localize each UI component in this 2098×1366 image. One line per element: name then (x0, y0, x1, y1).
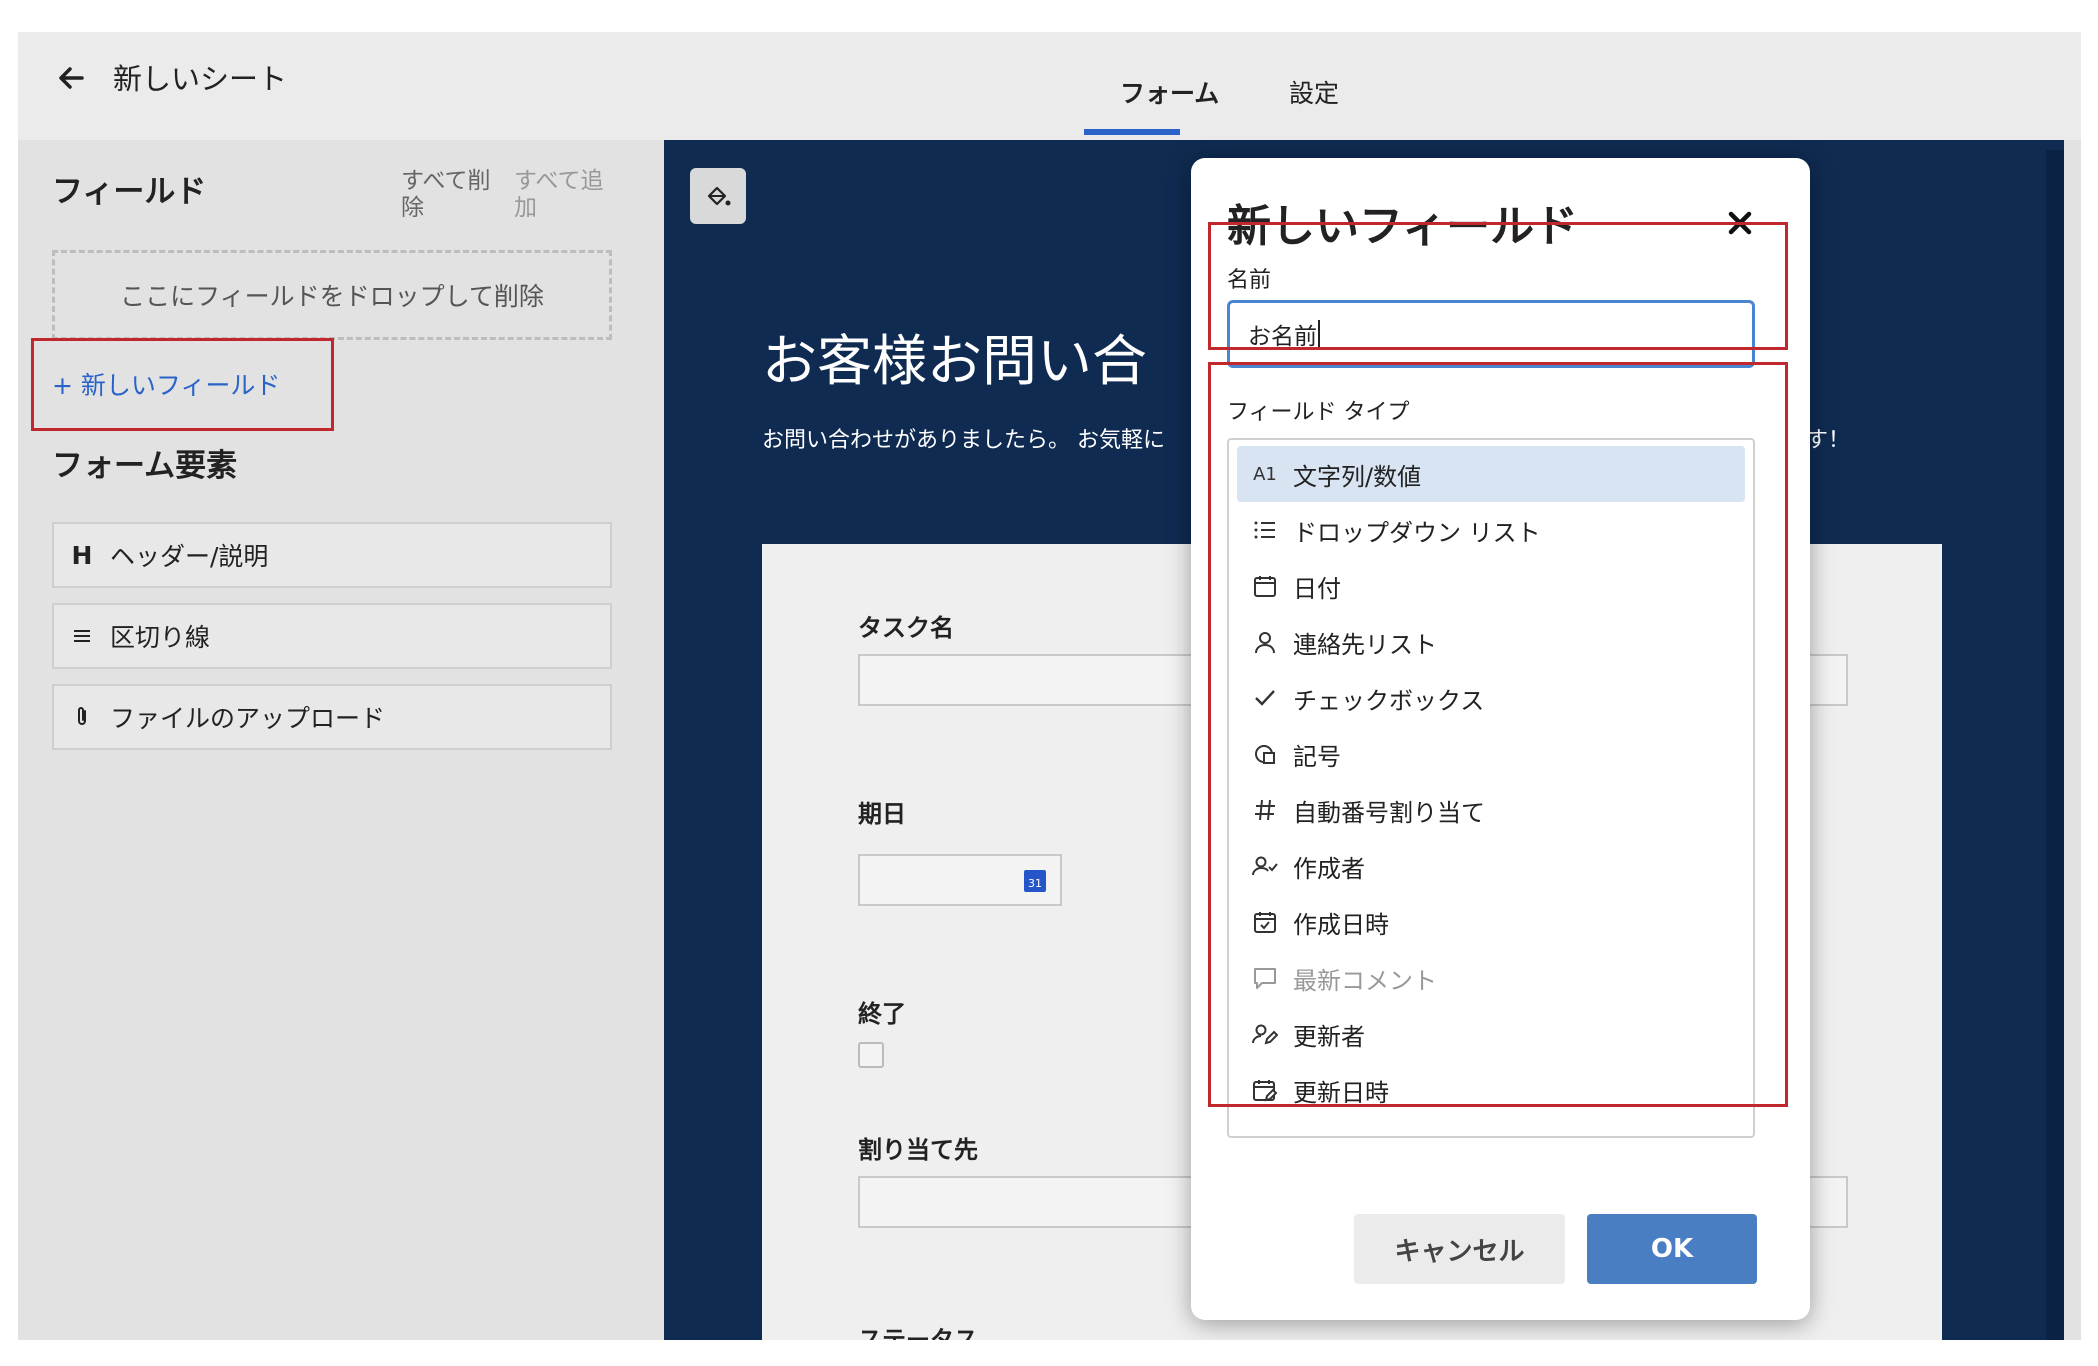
form-elements-heading: フォーム要素 (52, 448, 238, 484)
back-arrow-icon[interactable] (52, 58, 92, 98)
field-drop-zone[interactable]: ここにフィールドをドロップして削除 (52, 250, 612, 340)
form-description-end: す！ (1806, 428, 1851, 453)
element-divider[interactable]: 区切り線 (52, 603, 612, 669)
app-window: 新しいシート フォーム 設定 フィールド すべて削除 すべて追加 ここにフィール… (18, 32, 2081, 1340)
theme-paint-button[interactable] (690, 168, 746, 224)
annotation-box-field-type (1208, 362, 1788, 1107)
paperclip-icon (54, 705, 110, 729)
cancel-button[interactable]: キャンセル (1354, 1214, 1565, 1284)
calendar-icon[interactable]: 31 (1024, 870, 1046, 892)
tab-settings[interactable]: 設定 (1289, 74, 1339, 110)
divider-icon (54, 626, 110, 646)
delete-all-button[interactable]: すべて削除 (401, 168, 501, 222)
due-date-input[interactable]: 31 (858, 854, 1062, 906)
drop-zone-text: ここにフィールドをドロップして削除 (120, 282, 544, 311)
field-label-done: 終了 (858, 1000, 906, 1028)
fields-panel: フィールド すべて削除 すべて追加 ここにフィールドをドロップして削除 + 新し… (18, 140, 664, 1340)
element-header[interactable]: H ヘッダー/説明 (52, 522, 612, 588)
add-all-button[interactable]: すべて追加 (514, 168, 614, 222)
element-label: ファイルのアップロード (110, 704, 386, 733)
canvas-scrollbar[interactable] (2046, 150, 2064, 1340)
element-label: ヘッダー/説明 (110, 542, 269, 571)
field-label-due-date: 期日 (858, 800, 906, 828)
active-tab-indicator (1084, 129, 1180, 135)
done-checkbox[interactable] (858, 1042, 884, 1068)
fields-heading: フィールド (52, 174, 207, 210)
tab-form[interactable]: フォーム (1120, 74, 1219, 110)
field-label-assignee: 割り当て先 (858, 1136, 978, 1164)
field-label-status: ステータス (858, 1326, 978, 1340)
element-label: 区切り線 (110, 623, 211, 652)
ok-button[interactable]: OK (1587, 1214, 1757, 1284)
form-title[interactable]: お客様お問い合 (762, 316, 1147, 396)
annotation-box-new-field (31, 338, 334, 431)
paint-bucket-icon (707, 186, 731, 206)
annotation-box-name (1208, 222, 1788, 350)
field-label-task-name: タスク名 (858, 614, 954, 642)
sheet-title: 新しいシート (113, 62, 288, 96)
header-h-icon: H (71, 540, 93, 570)
top-bar: 新しいシート フォーム 設定 (18, 32, 2081, 140)
element-file-upload[interactable]: ファイルのアップロード (52, 684, 612, 750)
form-description[interactable]: お問い合わせがありましたら。 お気軽に (762, 422, 1165, 454)
